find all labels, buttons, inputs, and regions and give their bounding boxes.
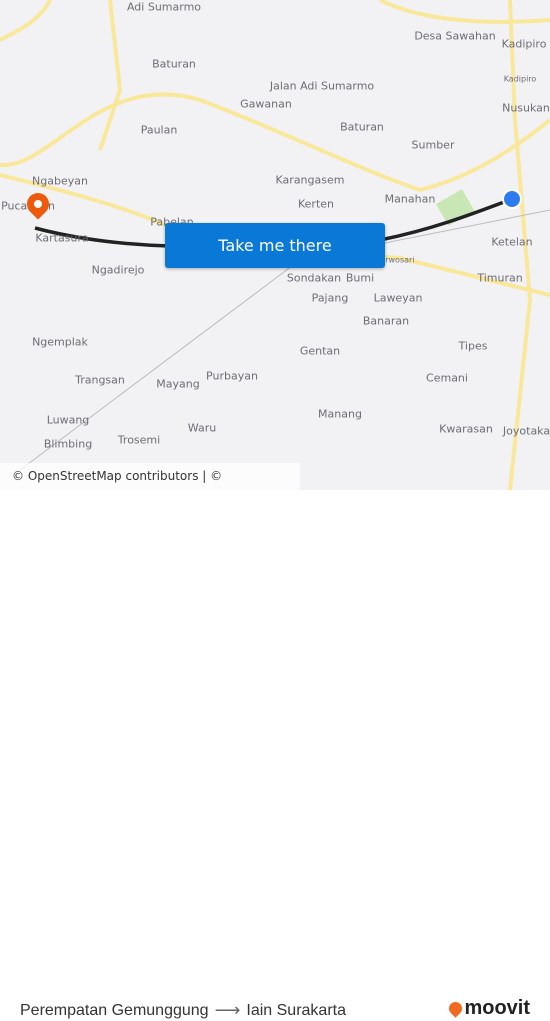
- map-place-label: Pajang: [311, 291, 349, 305]
- map-place-label: Tipes: [458, 339, 488, 353]
- arrow-right-icon: ⟶: [214, 1000, 241, 1020]
- map-place-label: Banaran: [362, 314, 410, 328]
- map-place-label: Paulan: [140, 123, 178, 137]
- map-place-label: Desa Sawahan: [414, 29, 496, 43]
- map-place-label: Kwarasan: [439, 422, 493, 436]
- map-place-label: Kerten: [297, 197, 335, 211]
- map-place-label: Gentan: [299, 344, 341, 358]
- route-summary: Perempatan Gemunggung ⟶ Iain Surakarta: [20, 1000, 346, 1021]
- map-place-label: Joyotakan: [502, 424, 550, 438]
- map-place-label: Adi Sumarmo: [126, 0, 202, 14]
- map-place-label: Ngemplak: [32, 335, 88, 349]
- map-place-label: Baturan: [152, 57, 196, 71]
- map-place-label: Waru: [187, 421, 217, 435]
- origin-name: Perempatan Gemunggung: [20, 1001, 209, 1019]
- map-place-label: Manang: [318, 407, 362, 421]
- map-place-label: Sondakan: [286, 271, 342, 285]
- map-place-label: Mayang: [156, 377, 200, 391]
- map-place-label: Timuran: [477, 271, 523, 285]
- map-place-label: Gawanan: [240, 97, 292, 111]
- destination-name: Iain Surakarta: [246, 1001, 346, 1019]
- map-place-label: Ngadirejo: [91, 263, 145, 277]
- moovit-pin-icon: [446, 999, 466, 1018]
- origin-marker[interactable]: [502, 189, 522, 209]
- map-place-label: Karangasem: [275, 173, 345, 187]
- take-me-there-button[interactable]: Take me there: [165, 223, 385, 268]
- map-place-label: Manahan: [384, 192, 436, 206]
- map-place-label: Trosemi: [117, 433, 161, 447]
- map-place-label: Nusukan: [502, 101, 550, 115]
- map-place-label: Bumi: [345, 271, 375, 285]
- map-place-label: Kadipiro: [501, 37, 547, 51]
- map-attribution[interactable]: © OpenStreetMap contributors | © OpenMap…: [0, 463, 300, 490]
- footer: Perempatan Gemunggung ⟶ Iain Surakarta m…: [0, 490, 550, 1020]
- map-place-label: Trangsan: [75, 373, 125, 387]
- map-place-label: Ketelan: [491, 235, 533, 249]
- moovit-logo[interactable]: moovit: [446, 997, 530, 1020]
- map-place-label: Purbayan: [206, 369, 258, 383]
- map-place-label: Baturan: [340, 120, 384, 134]
- logo-text: moovit: [464, 997, 530, 1019]
- map-place-label: Luwang: [46, 413, 90, 427]
- map-place-label: Kadipiro: [503, 74, 537, 84]
- map-place-label: Kartasura: [35, 231, 89, 245]
- map-place-label: Ngabeyan: [32, 174, 88, 188]
- map-place-label: Cemani: [426, 371, 468, 385]
- map-place-label: Sumber: [411, 138, 455, 152]
- map-place-label: Laweyan: [373, 291, 423, 305]
- map[interactable]: Adi Sumarmo Desa Sawahan Kadipiro Kadipiro B…: [0, 0, 550, 490]
- map-place-label: Jalan Adi Sumarmo: [269, 79, 375, 93]
- map-place-label: Blimbing: [43, 437, 93, 451]
